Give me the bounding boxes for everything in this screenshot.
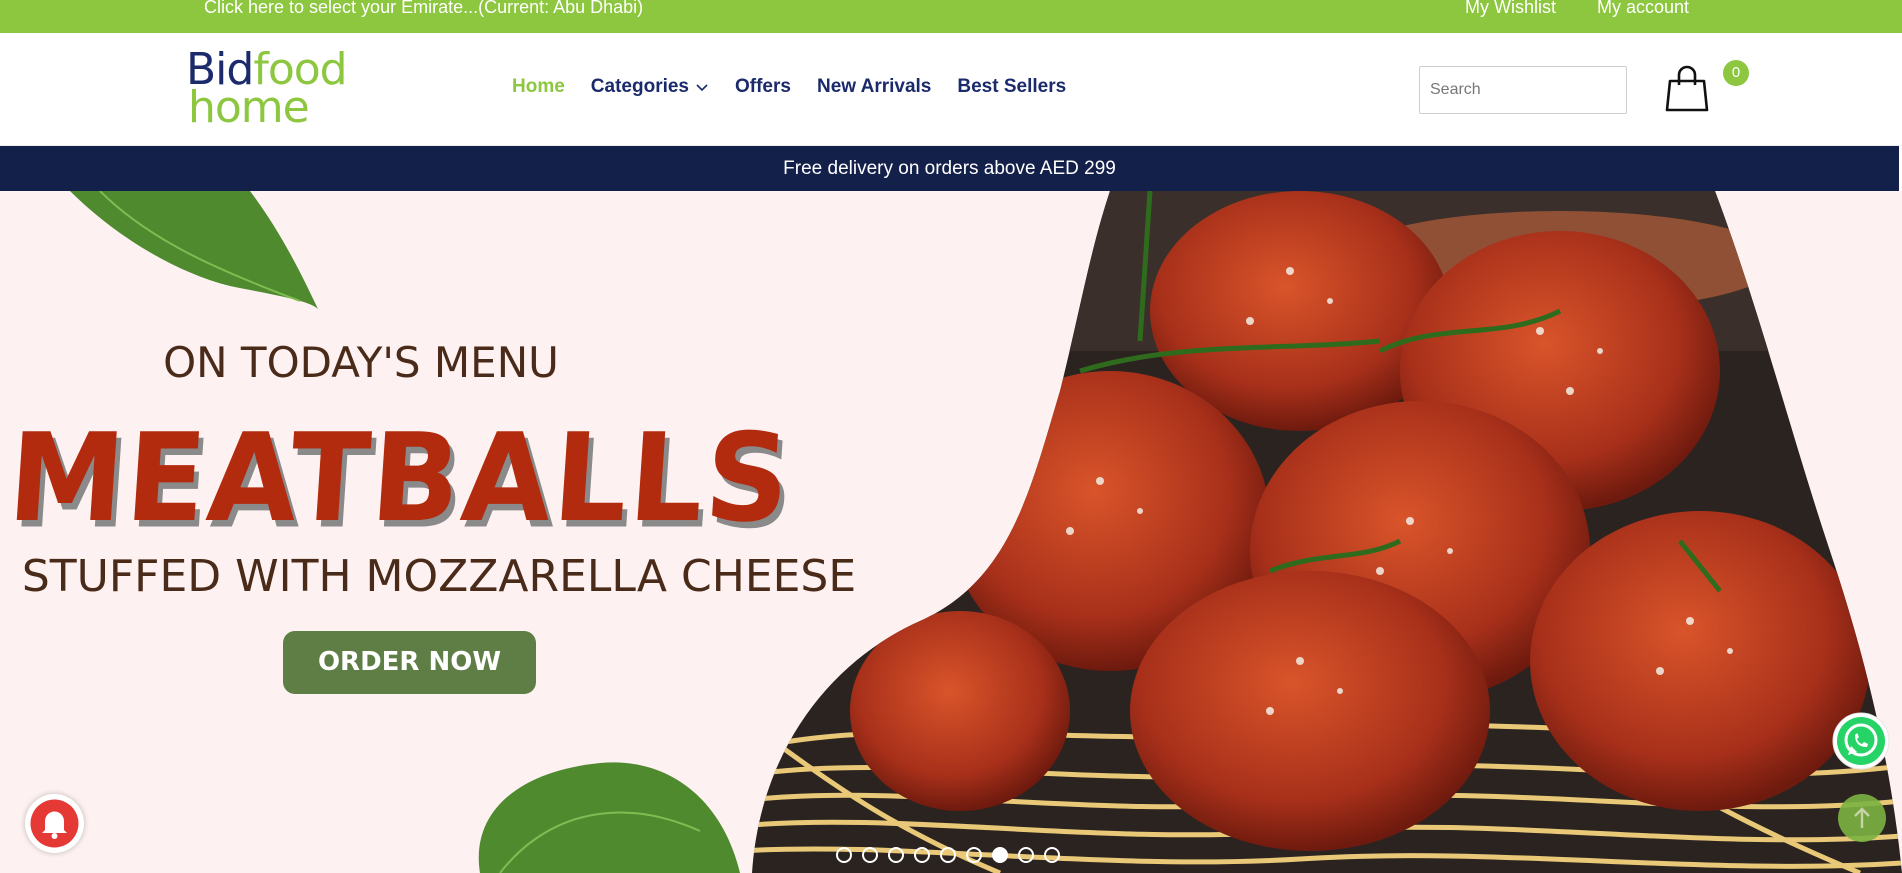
chevron-down-icon: [696, 84, 708, 92]
emirate-selector-link[interactable]: Click here to select your Emirate...(Cur…: [204, 0, 643, 18]
nav-home[interactable]: Home: [512, 76, 565, 98]
basil-leaf-top: [70, 191, 318, 309]
back-to-top-button[interactable]: [1838, 794, 1886, 842]
nav-best-sellers[interactable]: Best Sellers: [957, 76, 1066, 98]
slider-dot-8[interactable]: [1018, 847, 1034, 863]
notification-bell-button[interactable]: [25, 794, 84, 853]
nav-new-arrivals-label: New Arrivals: [816, 76, 932, 97]
basil-leaf-bottom: [478, 762, 740, 873]
slider-dot-1[interactable]: [836, 847, 852, 863]
hero-tagline: STUFFED WITH MOZZARELLA CHEESE: [21, 551, 857, 602]
shopping-bag-icon[interactable]: [1664, 65, 1710, 113]
slider-dot-2[interactable]: [862, 847, 878, 863]
nav-new-arrivals[interactable]: New Arrivals: [817, 76, 931, 98]
slider-dot-7[interactable]: [992, 847, 1008, 863]
slider-dots: [836, 847, 1060, 863]
search-input[interactable]: [1419, 66, 1627, 114]
hero-title: MEATBALLS: [4, 407, 796, 550]
delivery-text: Free delivery on orders above AED 299: [783, 158, 1116, 179]
whatsapp-icon[interactable]: [1831, 711, 1891, 771]
main-nav: Home Categories Offers New Arrivals Best…: [512, 76, 1092, 98]
wishlist-link[interactable]: My Wishlist: [1465, 0, 1556, 18]
logo[interactable]: Bidfood home: [186, 48, 361, 133]
nav-categories[interactable]: Categories: [591, 76, 709, 98]
hero-slider: ON TODAY'S MENU MEATBALLS STUFFED WITH M…: [0, 191, 1902, 873]
site-header: Bidfood home Home Categories Offers New …: [0, 33, 1902, 146]
top-bar: Click here to select your Emirate...(Cur…: [0, 0, 1902, 33]
slider-dot-3[interactable]: [888, 847, 904, 863]
cart-count-badge: 0: [1723, 60, 1749, 86]
delivery-banner: Free delivery on orders above AED 299: [0, 146, 1899, 191]
nav-best-sellers-label: Best Sellers: [957, 76, 1067, 97]
logo-home-text: home: [188, 82, 310, 133]
nav-offers[interactable]: Offers: [735, 76, 791, 98]
slider-dot-5[interactable]: [940, 847, 956, 863]
nav-categories-label: Categories: [590, 76, 689, 97]
bell-icon: [30, 799, 79, 848]
arrow-up-icon: [1854, 807, 1870, 828]
nav-home-label: Home: [512, 76, 565, 97]
hero-subtitle: ON TODAY'S MENU: [163, 338, 559, 387]
slider-dot-9[interactable]: [1044, 847, 1060, 863]
slider-dot-4[interactable]: [914, 847, 930, 863]
slider-dot-6[interactable]: [966, 847, 982, 863]
nav-offers-label: Offers: [735, 76, 791, 97]
order-now-button[interactable]: ORDER NOW: [283, 631, 536, 694]
account-link[interactable]: My account: [1597, 0, 1689, 18]
